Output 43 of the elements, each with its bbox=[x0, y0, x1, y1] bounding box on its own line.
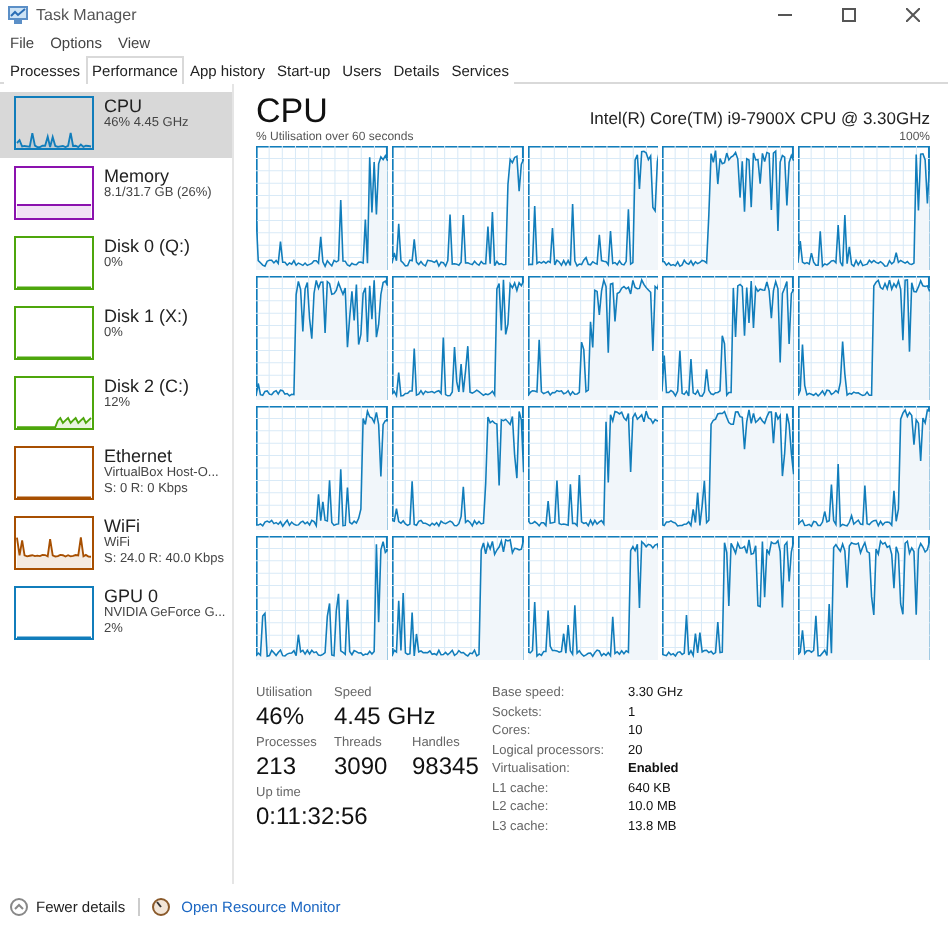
stat-value: 0:11:32:56 bbox=[256, 802, 368, 830]
core-usage-graph bbox=[662, 536, 795, 660]
stat-value: 98345 bbox=[412, 752, 478, 780]
section-title: CPU bbox=[256, 92, 328, 131]
stat-value: 213 bbox=[256, 752, 299, 780]
core-usage-graph bbox=[256, 406, 388, 530]
stat-value: 4.45 GHz bbox=[334, 702, 436, 730]
core-usage-graph bbox=[798, 406, 930, 530]
core-usage-graph bbox=[527, 276, 659, 400]
device-name: GPU 0 bbox=[104, 586, 161, 606]
cpu-model: Intel(R) Core(TM) i9-7900X CPU @ 3.30GHz bbox=[589, 108, 930, 128]
core-usage-graph bbox=[256, 276, 388, 400]
core-usage-graph bbox=[662, 276, 795, 400]
core-usage-graph bbox=[527, 146, 659, 270]
app-icon bbox=[8, 6, 28, 24]
device-name: Disk 0 (Q:) bbox=[104, 236, 191, 256]
stat-value: 46% bbox=[256, 702, 307, 730]
device-name: WiFi bbox=[104, 516, 142, 536]
stat-value: 3090 bbox=[334, 752, 390, 780]
core-usage-graph bbox=[391, 406, 524, 530]
core-usage-graph bbox=[662, 146, 795, 270]
core-usage-graph bbox=[391, 146, 524, 270]
core-usage-graph bbox=[798, 146, 930, 270]
core-usage-graph bbox=[527, 536, 659, 660]
minimize-icon bbox=[777, 14, 791, 16]
core-usage-graph bbox=[798, 536, 930, 660]
device-name: Disk 1 (X:) bbox=[104, 306, 189, 326]
core-usage-graph bbox=[391, 536, 524, 660]
core-usage-graph bbox=[256, 536, 388, 660]
collapse-icon bbox=[10, 897, 28, 915]
device-name: CPU bbox=[104, 96, 145, 116]
maximize-icon bbox=[841, 8, 855, 22]
core-usage-graph bbox=[391, 276, 524, 400]
gauge-icon bbox=[151, 897, 170, 915]
core-usage-graph bbox=[798, 276, 930, 400]
core-usage-graph bbox=[527, 406, 659, 530]
core-usage-graph bbox=[662, 406, 795, 530]
close-icon bbox=[905, 8, 919, 22]
core-usage-graph bbox=[256, 146, 388, 270]
device-name: Memory bbox=[104, 166, 172, 186]
window-title: Task Manager bbox=[36, 6, 139, 24]
device-name: Ethernet bbox=[104, 446, 175, 466]
device-name: Disk 2 (C:) bbox=[104, 376, 189, 396]
